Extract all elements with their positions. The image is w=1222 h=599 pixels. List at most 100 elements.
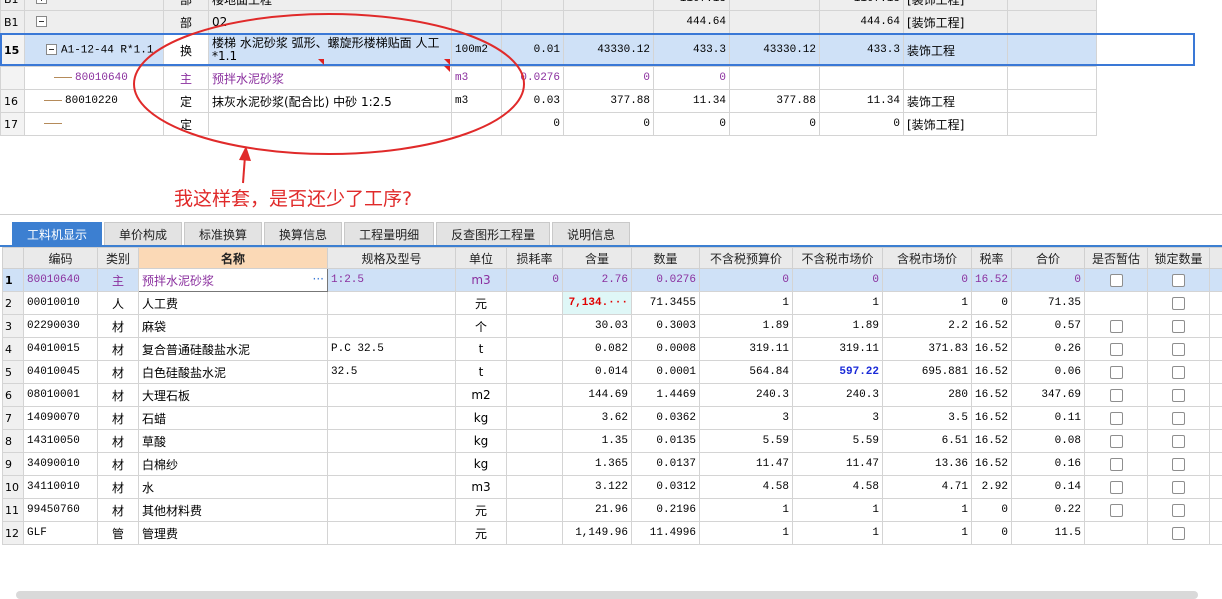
budget-cell-price[interactable]: 43330.12 (563, 33, 654, 67)
budget-cell-extra[interactable] (1007, 89, 1097, 113)
budget-cell-qty[interactable]: 0.0276 (501, 66, 564, 90)
resource-row[interactable]: 1 80010640 主 ··· 预拌水泥砂浆 1:2.5 m3 0 2.76 0.0276 0 0 0… (2, 268, 1222, 292)
resource-row[interactable]: 11 99450760 材其他材料费元 21.96 0.2196 1 1 1 0 0.22 (2, 498, 1222, 522)
resource-cell-code[interactable]: 14090070 (23, 406, 98, 430)
budget-cell-major[interactable]: [装饰工程] (903, 112, 1008, 136)
resource-cell-type[interactable]: 材 (97, 383, 139, 407)
resource-cell-unit[interactable]: m3 (455, 475, 507, 499)
resource-cell-sum[interactable]: 0.08 (1011, 429, 1085, 453)
lock-quantity-checkbox[interactable] (1172, 274, 1185, 287)
resource-cell-type[interactable]: 材 (97, 498, 139, 522)
budget-row[interactable]: 16 80010220 定 抹灰水泥砂浆(配合比) 中砂 1:2.5 m3 0.03 377… (0, 89, 1201, 113)
resource-cell-sum[interactable]: 11.5 (1011, 521, 1085, 545)
resource-cell-market[interactable]: 1 (792, 521, 883, 545)
resource-cell-name[interactable]: ··· 预拌水泥砂浆 (138, 268, 328, 292)
resource-cell-budget[interactable]: 5.59 (699, 429, 793, 453)
resource-cell-spec[interactable] (327, 383, 456, 407)
resource-cell-rate[interactable]: 16.52 (971, 268, 1012, 292)
resource-cell-sum[interactable]: 347.69 (1011, 383, 1085, 407)
resource-cell-taxmarket[interactable]: 695.881 (882, 360, 972, 384)
resource-cell-content[interactable]: 0.014 (562, 360, 632, 384)
resource-cell-type[interactable]: 材 (97, 406, 139, 430)
lock-quantity-checkbox[interactable] (1172, 527, 1185, 540)
resource-cell-code[interactable]: 99450760 (23, 498, 98, 522)
row-number[interactable]: 15 (0, 33, 25, 67)
tab-1[interactable]: 工料机显示 (12, 222, 103, 246)
resource-cell-loss[interactable] (506, 452, 563, 476)
resource-row[interactable]: 6 08010001 材 大理石板 m2 144.69 1.4469 240.3 240.3 28… (2, 383, 1222, 407)
budget-row[interactable]: 17 定 0 0 0 0 0 [装饰工程] (0, 112, 1201, 136)
resource-cell-rate[interactable]: 2.92 (971, 475, 1012, 499)
budget-row[interactable]: B1 部 楼地面工程 1107.15 1107.15 [装饰工程] (0, 0, 1201, 11)
resource-cell-sum[interactable]: 0.11 (1011, 406, 1085, 430)
provisional-checkbox[interactable] (1109, 274, 1123, 287)
resource-cell-budget[interactable]: 11.47 (699, 452, 793, 476)
budget-cell-qty[interactable]: 0.03 (501, 89, 564, 113)
resource-cell-spec[interactable] (327, 521, 456, 545)
row-number[interactable]: 9 (2, 452, 24, 476)
budget-cell-total[interactable]: 0 (653, 66, 730, 90)
budget-cell-price2[interactable]: 377.88 (729, 89, 820, 113)
resource-cell-name[interactable]: 麻袋 (138, 314, 328, 338)
budget-cell-name[interactable]: 楼梯 水泥砂浆 弧形、螺旋形楼梯贴面 人工*1.1 (208, 33, 452, 67)
budget-cell-extra[interactable] (1007, 0, 1097, 11)
resource-cell-type[interactable]: 材 (97, 360, 139, 384)
budget-cell-major[interactable]: [装饰工程] (903, 0, 1008, 11)
resource-cell-name[interactable]: 白棉纱 (138, 452, 328, 476)
lock-quantity-checkbox[interactable] (1172, 343, 1185, 356)
resource-cell-taxmarket[interactable]: 2.2 (882, 314, 972, 338)
budget-cell-type[interactable]: 换 (163, 33, 209, 67)
provisional-checkbox[interactable] (1109, 343, 1123, 356)
column-header[interactable]: 规格及型号 (327, 247, 456, 269)
column-header[interactable]: 是否暂估 (1084, 247, 1148, 269)
column-header[interactable]: 锁定数量 (1147, 247, 1210, 269)
resource-row[interactable]: 2 00010010 人 人工费 元 7,134.··· 71.3455 1 1 1 0 71.35 (2, 291, 1222, 315)
resource-cell-unit[interactable]: t (455, 337, 507, 361)
provisional-checkbox[interactable] (1109, 458, 1123, 471)
lock-quantity-checkbox[interactable] (1172, 297, 1185, 310)
resource-cell-loss[interactable] (506, 475, 563, 499)
column-header[interactable]: 损耗率 (506, 247, 563, 269)
resource-row[interactable]: 9 34090010 材 白棉纱 kg 1.365 0.0137 11.47 11.47 13.3… (2, 452, 1222, 476)
budget-cell-total2[interactable]: 444.64 (819, 10, 904, 34)
lock-quantity-checkbox[interactable] (1172, 435, 1185, 448)
resource-cell-budget[interactable]: 1 (699, 291, 793, 315)
resource-cell-content[interactable]: 1,149.96 (562, 521, 632, 545)
resource-cell-code[interactable]: 02290030 (23, 314, 98, 338)
resource-cell-type[interactable]: 主 (97, 268, 139, 292)
resource-cell-market[interactable]: 3 (792, 406, 883, 430)
budget-cell-type[interactable]: 定 (163, 89, 209, 113)
column-header[interactable]: 编码 (23, 247, 98, 269)
resource-cell-sum[interactable]: 0.16 (1011, 452, 1085, 476)
resource-cell-spec[interactable] (327, 429, 456, 453)
resource-cell-spec[interactable] (327, 452, 456, 476)
resource-cell-market[interactable]: 1 (792, 498, 883, 522)
resource-cell-budget[interactable]: 0 (699, 268, 793, 292)
resource-cell-taxmarket[interactable]: 13.36 (882, 452, 972, 476)
provisional-checkbox[interactable] (1109, 504, 1123, 517)
resource-cell-type[interactable]: 管 (97, 521, 139, 545)
resource-cell-budget[interactable]: 240.3 (699, 383, 793, 407)
resource-cell-code[interactable]: 04010045 (23, 360, 98, 384)
resource-cell-rate[interactable]: 0 (971, 291, 1012, 315)
budget-cell-major[interactable]: [装饰工程] (903, 10, 1008, 34)
resource-cell-sum[interactable]: 71.35 (1011, 291, 1085, 315)
budget-cell-name[interactable]: 预拌水泥砂浆 (208, 66, 452, 90)
provisional-checkbox[interactable] (1109, 412, 1123, 425)
resource-row[interactable]: 8 14310050 材 草酸 kg 1.35 0.0135 5.59 5.59 6.51 16.5… (2, 429, 1222, 453)
resource-cell-rate[interactable]: 16.52 (971, 406, 1012, 430)
resource-cell-taxmarket[interactable]: 280 (882, 383, 972, 407)
budget-cell-unit[interactable] (451, 10, 502, 34)
column-header[interactable]: 含税市场价 (882, 247, 972, 269)
resource-cell-name[interactable]: 水 (138, 475, 328, 499)
resource-cell-content[interactable]: 3.62 (562, 406, 632, 430)
resource-cell-unit[interactable]: 元 (455, 498, 507, 522)
resource-cell-content[interactable]: 7,134.··· (562, 291, 632, 315)
resource-cell-content[interactable]: 1.35 (562, 429, 632, 453)
resource-cell-rate[interactable]: 16.52 (971, 360, 1012, 384)
resource-cell-type[interactable]: 材 (97, 314, 139, 338)
resource-cell-unit[interactable]: 元 (455, 521, 507, 545)
resource-cell-rate[interactable]: 16.52 (971, 337, 1012, 361)
column-header[interactable]: 含量 (562, 247, 632, 269)
budget-cell-code[interactable] (24, 0, 164, 11)
